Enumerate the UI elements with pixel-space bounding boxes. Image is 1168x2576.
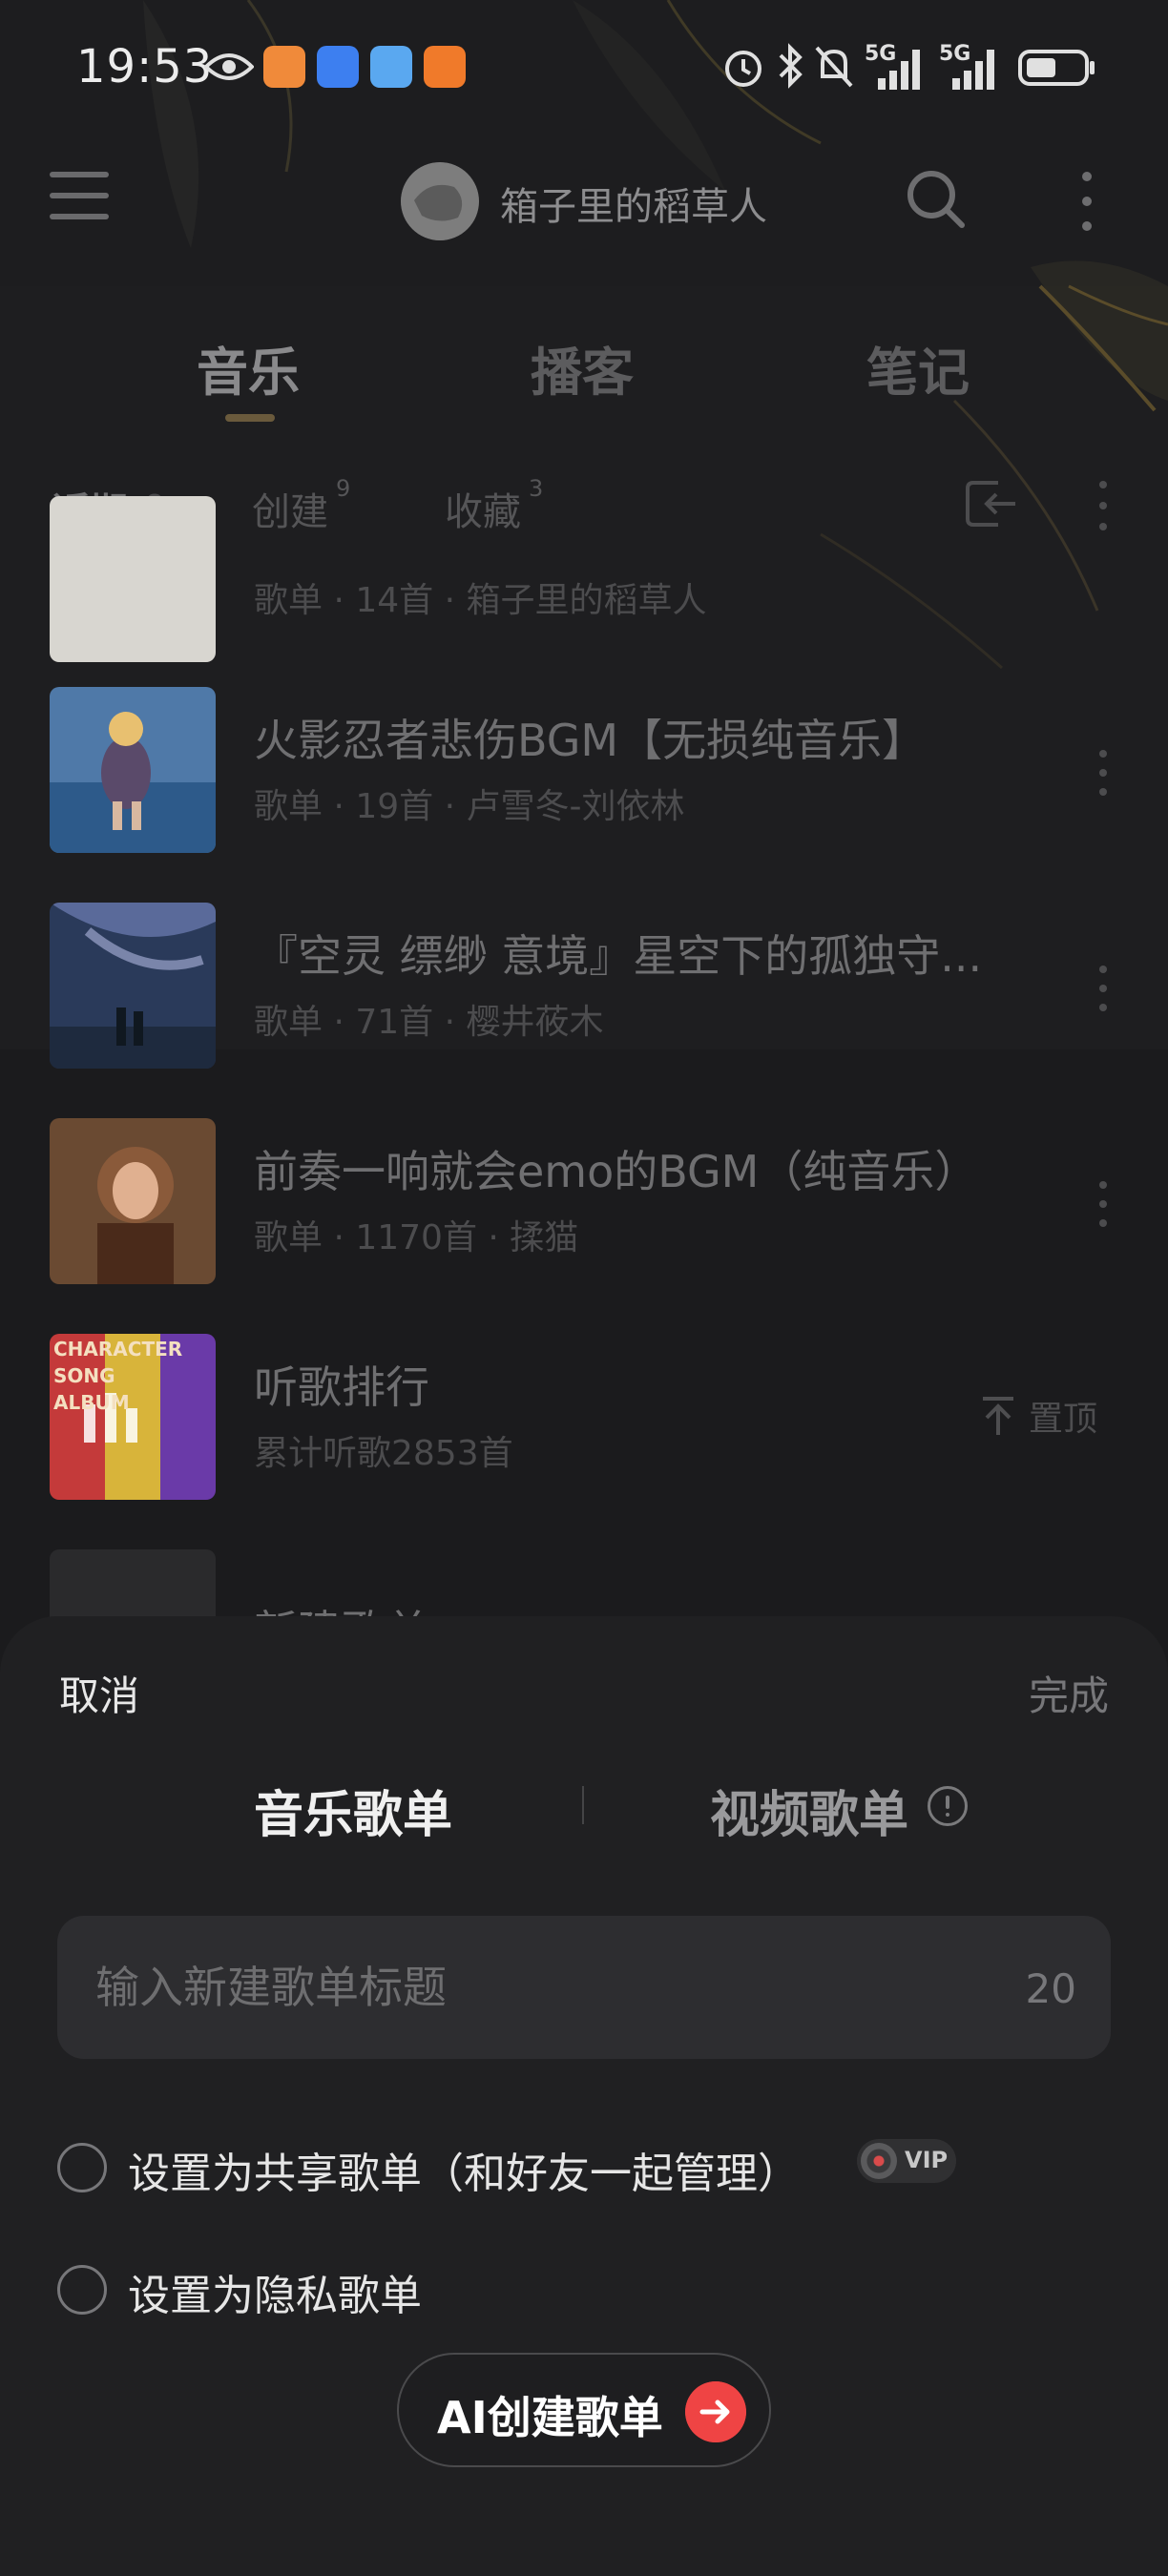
mute-bell-icon bbox=[815, 46, 853, 88]
playlist-subtitle: 歌单 · 19首 · 卢雪冬-刘依林 bbox=[254, 787, 685, 826]
cover-text: ALBUM bbox=[53, 1391, 130, 1414]
status-time: 19:53 bbox=[76, 40, 214, 93]
segment-divider bbox=[582, 1786, 584, 1824]
row-more-icon[interactable] bbox=[1099, 966, 1109, 1013]
cover-text: SONG bbox=[53, 1364, 115, 1387]
vinyl-icon bbox=[861, 2143, 897, 2179]
playlist-subtitle: 歌单 · 1170首 · 揉猫 bbox=[254, 1218, 579, 1257]
bluetooth-icon bbox=[779, 43, 803, 89]
list-item[interactable]: 歌单 · 14首 · 箱子里的稻草人 bbox=[0, 496, 1168, 662]
playlist-subtitle: 歌单 · 14首 · 箱子里的稻草人 bbox=[254, 581, 707, 620]
tab-music[interactable]: 音乐 bbox=[197, 330, 300, 405]
private-playlist-option[interactable]: 设置为隐私歌单 bbox=[57, 2261, 630, 2320]
arrow-right-icon bbox=[685, 2381, 746, 2442]
pin-top-icon bbox=[983, 1397, 1013, 1435]
signal-icon bbox=[952, 50, 994, 90]
status-bar: 19:53 5G 5G bbox=[0, 0, 1168, 134]
playlist-cover bbox=[50, 687, 216, 853]
avatar[interactable] bbox=[401, 162, 479, 240]
app-notification-icon bbox=[317, 46, 359, 88]
share-radio[interactable] bbox=[57, 2143, 107, 2192]
app-notification-icon bbox=[263, 46, 305, 88]
main-tabs: 音乐 播客 笔记 bbox=[0, 315, 1168, 429]
list-item[interactable]: CHARACTER SONG ALBUM 听歌排行 累计听歌2853首 置顶 bbox=[0, 1334, 1168, 1525]
playlist-title: 前奏一响就会emo的BGM（纯音乐） bbox=[254, 1146, 979, 1197]
subtab-more-icon[interactable] bbox=[1099, 481, 1111, 534]
signal-icon bbox=[878, 50, 920, 90]
list-item[interactable]: 火影忍者悲伤BGM【无损纯音乐】 歌单 · 19首 · 卢雪冬-刘依林 bbox=[0, 687, 1168, 878]
playlist-cover: CHARACTER SONG ALBUM bbox=[50, 1334, 216, 1500]
private-option-label: 设置为隐私歌单 bbox=[128, 2272, 422, 2320]
create-playlist-sheet: 取消 完成 音乐歌单 视频歌单 20 设置为共享歌单（和好友一起管理） VIP … bbox=[0, 1616, 1168, 2576]
favorites-count: 3 bbox=[529, 475, 544, 502]
playlist-subtitle: 歌单 · 71首 · 樱井莜木 bbox=[254, 1003, 604, 1042]
created-count: 9 bbox=[336, 475, 351, 502]
share-option-label: 设置为共享歌单（和好友一起管理） bbox=[128, 2150, 800, 2198]
subtab-favorites[interactable]: 收藏 bbox=[445, 481, 521, 536]
private-radio[interactable] bbox=[57, 2265, 107, 2315]
list-item[interactable]: 『空灵 缥缈 意境』星空下的孤独守... 歌单 · 71首 · 樱井莜木 bbox=[0, 903, 1168, 1093]
share-playlist-option[interactable]: 设置为共享歌单（和好友一起管理） bbox=[57, 2139, 916, 2198]
subtab-created[interactable]: 创建 bbox=[252, 481, 328, 536]
list-item[interactable]: 前奏一响就会emo的BGM（纯音乐） 歌单 · 1170首 · 揉猫 bbox=[0, 1118, 1168, 1309]
playlist-cover bbox=[50, 496, 216, 662]
ai-create-playlist-button[interactable]: AI创建歌单 bbox=[397, 2353, 771, 2467]
segment-video-playlist[interactable]: 视频歌单 bbox=[710, 1775, 908, 1846]
cancel-button[interactable]: 取消 bbox=[59, 1664, 139, 1722]
done-button[interactable]: 完成 bbox=[1029, 1664, 1109, 1722]
eye-icon bbox=[204, 53, 254, 80]
tab-podcast[interactable]: 播客 bbox=[531, 330, 634, 405]
info-icon[interactable] bbox=[928, 1786, 968, 1826]
username[interactable]: 箱子里的稻草人 bbox=[500, 176, 767, 231]
tab-notes[interactable]: 笔记 bbox=[866, 330, 970, 405]
vip-badge: VIP bbox=[857, 2139, 956, 2183]
char-limit-counter: 20 bbox=[1025, 1965, 1076, 2012]
playlist-title-input[interactable] bbox=[57, 1916, 1111, 2059]
playlist-title: 火影忍者悲伤BGM【无损纯音乐】 bbox=[254, 715, 927, 766]
playlist-title: 听歌排行 bbox=[254, 1361, 429, 1413]
playlist-cover bbox=[50, 1118, 216, 1284]
playlist-title: 『空灵 缥缈 意境』星空下的孤独守... bbox=[254, 930, 983, 982]
more-options-icon[interactable] bbox=[1074, 168, 1099, 235]
playlist-subtitle: 累计听歌2853首 bbox=[254, 1434, 513, 1473]
top-header: 箱子里的稻草人 bbox=[0, 134, 1168, 286]
row-more-icon[interactable] bbox=[1099, 750, 1109, 798]
playlist-cover bbox=[50, 903, 216, 1069]
alarm-icon bbox=[725, 51, 761, 87]
vip-label: VIP bbox=[905, 2147, 949, 2173]
ai-create-label: AI创建歌单 bbox=[437, 2392, 663, 2443]
row-more-icon[interactable] bbox=[1099, 1181, 1109, 1229]
import-icon[interactable] bbox=[964, 477, 1019, 530]
segment-music-playlist[interactable]: 音乐歌单 bbox=[254, 1775, 452, 1846]
playlist-list: 歌单 · 14首 · 箱子里的稻草人 火影忍者悲伤BGM【无损纯音乐】 歌单 ·… bbox=[0, 496, 1168, 1715]
cover-text: CHARACTER bbox=[53, 1338, 183, 1361]
battery-icon bbox=[1018, 50, 1095, 86]
menu-icon[interactable] bbox=[50, 172, 109, 221]
active-tab-indicator bbox=[225, 414, 275, 422]
app-notification-icon bbox=[424, 46, 466, 88]
weather-icon bbox=[370, 46, 412, 88]
search-icon[interactable] bbox=[905, 168, 968, 231]
app-screen: 19:53 5G 5G 箱子里的稻草人 音乐 播客 笔记 创建 9 收藏 3 歌… bbox=[0, 0, 1168, 2576]
pin-top-button[interactable]: 置顶 bbox=[1029, 1391, 1097, 1441]
